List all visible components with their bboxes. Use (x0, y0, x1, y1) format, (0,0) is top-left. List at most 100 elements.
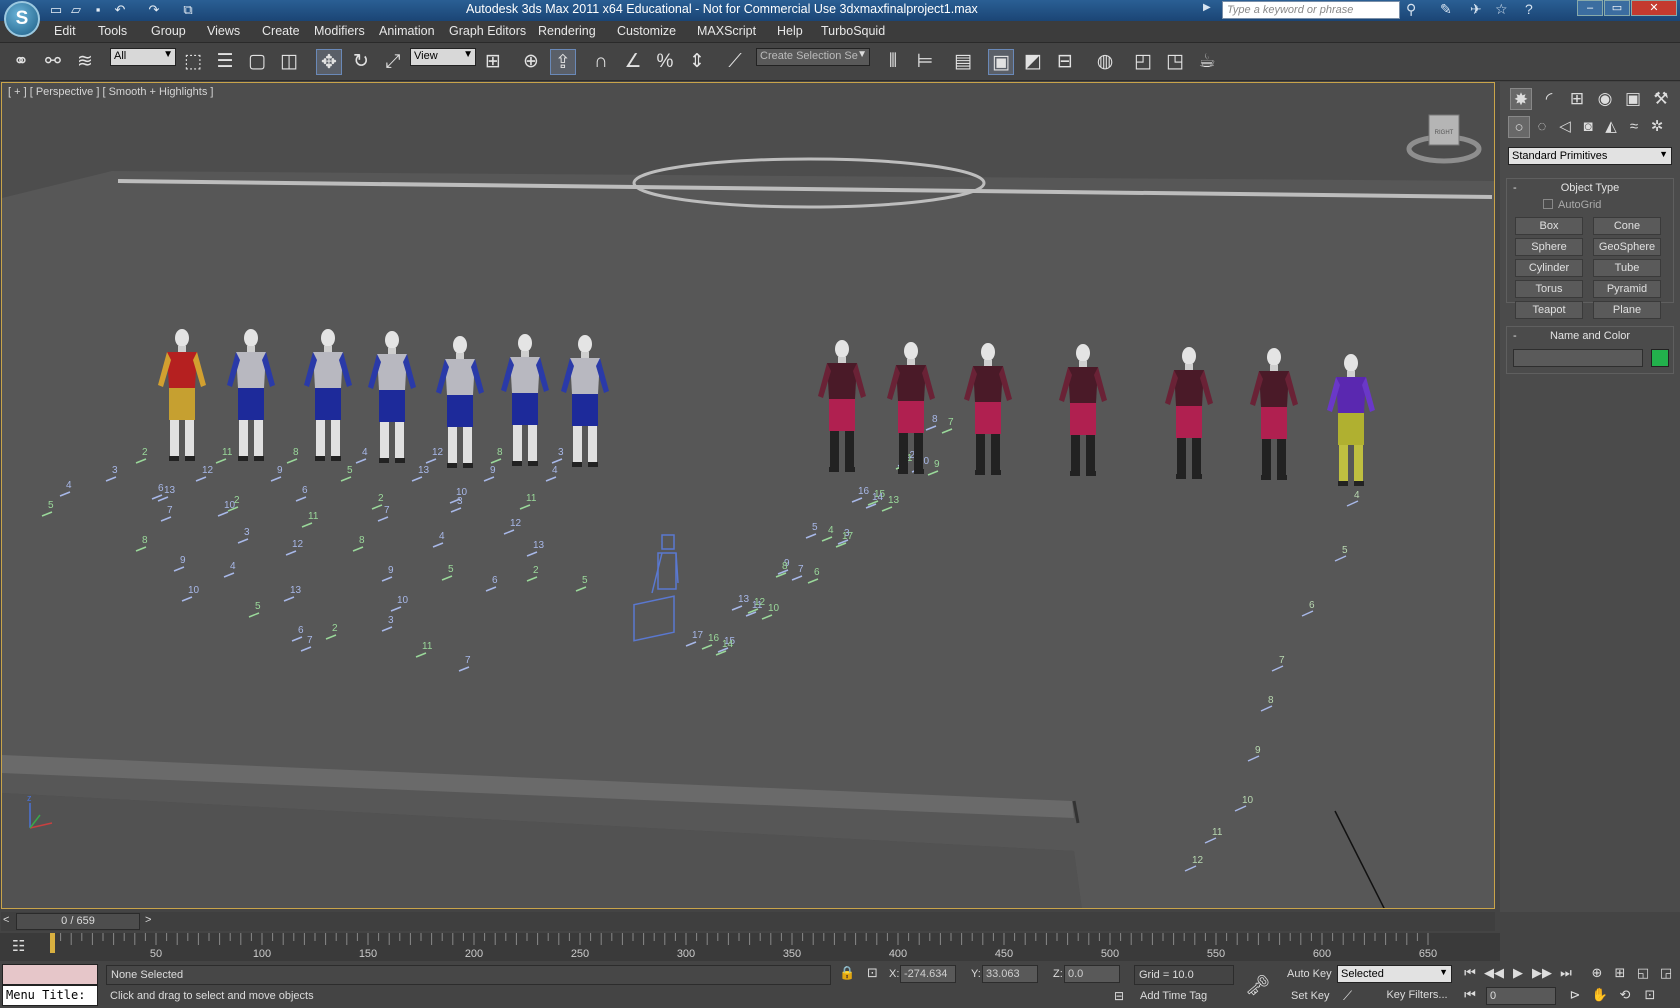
geometry-icon[interactable]: ○ (1508, 116, 1530, 138)
named-selection-set-dropdown[interactable]: Create Selection Se ▼ (756, 48, 870, 66)
communication-center-icon[interactable]: ✈ (1470, 1, 1482, 18)
menu-maxscript[interactable]: MAXScript (697, 24, 756, 38)
render-production-icon[interactable]: ☕ (1194, 49, 1220, 75)
menu-help[interactable]: Help (777, 24, 803, 38)
systems-icon[interactable]: ✲ (1646, 116, 1668, 138)
manipulate-icon[interactable]: ⊕ (518, 49, 544, 75)
slider-next-icon[interactable]: > (145, 914, 151, 926)
schematic-view-icon[interactable]: ⊟ (1052, 49, 1078, 75)
percent-snap-icon[interactable]: % (652, 49, 678, 75)
orbit-icon[interactable]: ⟲ (1615, 987, 1635, 1003)
time-cursor[interactable] (50, 933, 55, 953)
lock-icon[interactable]: 🔒 (839, 965, 855, 981)
go-to-end-icon[interactable]: ⏭ (1556, 965, 1576, 981)
menu-group[interactable]: Group (151, 24, 186, 38)
field-of-view-icon[interactable]: ⊳ (1565, 987, 1585, 1003)
helpers-icon[interactable]: ◭ (1600, 116, 1622, 138)
undo-icon[interactable]: ↶ (112, 2, 128, 18)
menu-graph-editors[interactable]: Graph Editors (449, 24, 526, 38)
key-icon[interactable]: 🗝 (1245, 973, 1270, 998)
save-file-icon[interactable]: ▪ (90, 2, 106, 17)
rect-region-icon[interactable]: ▢ (244, 49, 270, 75)
geosphere-button[interactable]: GeoSphere (1593, 238, 1661, 256)
expand-search-icon[interactable]: ▶ (1203, 2, 1211, 13)
edit-named-sets-icon[interactable]: ⟋ (722, 49, 748, 75)
menu-edit[interactable]: Edit (54, 24, 76, 38)
display-tab-icon[interactable]: ▣ (1622, 88, 1644, 110)
mini-curve-editor-icon[interactable]: ☷ (12, 937, 25, 955)
modify-tab-icon[interactable]: ◜ (1538, 88, 1560, 110)
window-crossing-icon[interactable]: ◫ (276, 49, 302, 75)
play-icon[interactable]: ▶ (1508, 965, 1528, 981)
motion-tab-icon[interactable]: ◉ (1594, 88, 1616, 110)
material-editor-icon[interactable]: ◍ (1092, 49, 1118, 75)
select-move-icon[interactable]: ✥ (316, 49, 342, 75)
object-name-input[interactable] (1513, 349, 1643, 367)
zoom-extents-icon[interactable]: ◱ (1633, 965, 1653, 981)
key-filters-button[interactable]: Key Filters... (1367, 987, 1467, 1005)
current-frame-field[interactable]: 0 (1486, 987, 1556, 1005)
spinner-snap-icon[interactable]: ⇕ (684, 49, 710, 75)
select-scale-icon[interactable]: ⤢ (380, 49, 406, 75)
favorites-icon[interactable]: ☆ (1495, 1, 1508, 18)
cameras-icon[interactable]: ◙ (1577, 116, 1599, 138)
key-mode-dropdown[interactable]: Selected ▼ (1337, 965, 1452, 983)
keyboard-shortcut-icon[interactable]: ⇪ (550, 49, 576, 75)
hierarchy-tab-icon[interactable]: ⊞ (1566, 88, 1588, 110)
menu-modifiers[interactable]: Modifiers (314, 24, 365, 38)
binoculars-icon[interactable]: ⚲ (1406, 1, 1416, 18)
object-type-header[interactable]: - Object Type (1507, 179, 1673, 197)
menu-views[interactable]: Views (207, 24, 240, 38)
y-coordinate-field[interactable]: 33.063 (982, 965, 1038, 983)
utilities-tab-icon[interactable]: ⚒ (1650, 88, 1672, 110)
category-dropdown[interactable]: Standard Primitives ▼ (1508, 147, 1672, 165)
pyramid-button[interactable]: Pyramid (1593, 280, 1661, 298)
x-coordinate-field[interactable]: -274.634 (900, 965, 956, 983)
teapot-button[interactable]: Teapot (1515, 301, 1583, 319)
help-icon[interactable]: ? (1525, 1, 1533, 17)
zoom-all-icon[interactable]: ⊞ (1610, 965, 1630, 981)
box-button[interactable]: Box (1515, 217, 1583, 235)
open-file-icon[interactable]: ▱ (68, 2, 84, 18)
render-setup-icon[interactable]: ◰ (1130, 49, 1156, 75)
set-key-button[interactable]: Set Key (1291, 990, 1330, 1002)
graphite-icon[interactable]: ▣ (988, 49, 1014, 75)
menu-tools[interactable]: Tools (98, 24, 127, 38)
z-coordinate-field[interactable]: 0.0 (1064, 965, 1120, 983)
layer-manager-icon[interactable]: ▤ (950, 49, 976, 75)
maximize-button[interactable]: ▭ (1604, 0, 1630, 16)
create-tab-icon[interactable]: ✸ (1510, 88, 1532, 110)
new-file-icon[interactable]: ▭ (48, 2, 64, 18)
mirror-icon[interactable]: ⫴ (880, 49, 906, 75)
select-object-icon[interactable]: ⬚ (180, 49, 206, 75)
default-tangents-icon[interactable]: ⟋ (1343, 988, 1352, 1004)
curve-editor-icon[interactable]: ◩ (1020, 49, 1046, 75)
lights-icon[interactable]: ◁ (1554, 116, 1576, 138)
selection-filter-dropdown[interactable]: All ▼ (110, 48, 176, 66)
add-time-tag-button[interactable]: Add Time Tag (1134, 987, 1234, 1007)
auto-key-button[interactable]: Auto Key (1287, 968, 1332, 980)
key-mode-toggle-icon[interactable]: ⏮ (1460, 987, 1480, 1003)
autogrid-checkbox[interactable]: AutoGrid (1543, 199, 1601, 211)
viewport-label[interactable]: [ + ] [ Perspective ] [ Smooth + Highlig… (8, 86, 213, 98)
link-icon[interactable]: ⚭ (8, 49, 34, 75)
minimize-button[interactable]: – (1577, 0, 1603, 16)
project-folder-icon[interactable]: ⧉ (180, 2, 196, 18)
menu-create[interactable]: Create (262, 24, 300, 38)
menu-rendering[interactable]: Rendering (538, 24, 596, 38)
viewcube-face-label[interactable]: RIGHT (1435, 130, 1454, 136)
tube-button[interactable]: Tube (1593, 259, 1661, 277)
zoom-icon[interactable]: ⊕ (1587, 965, 1607, 981)
menu-customize[interactable]: Customize (617, 24, 676, 38)
shapes-icon[interactable]: ◌ (1531, 116, 1553, 138)
unlink-icon[interactable]: ⚯ (40, 49, 66, 75)
time-tag-icon[interactable]: ⊟ (1114, 989, 1124, 1003)
track-bar[interactable]: ☷ 50 100 150 200 250 300 350 400 450 500 550 600 650 (0, 933, 1500, 961)
absolute-mode-icon[interactable]: ⊡ (867, 965, 878, 981)
reference-coordinate-dropdown[interactable]: View ▼ (410, 48, 476, 66)
snap-toggle-icon[interactable]: ∩ (588, 49, 614, 75)
rendered-frame-icon[interactable]: ◳ (1162, 49, 1188, 75)
time-slider[interactable]: < 0 / 659 > (1, 912, 1495, 931)
select-rotate-icon[interactable]: ↻ (348, 49, 374, 75)
menu-animation[interactable]: Animation (379, 24, 435, 38)
